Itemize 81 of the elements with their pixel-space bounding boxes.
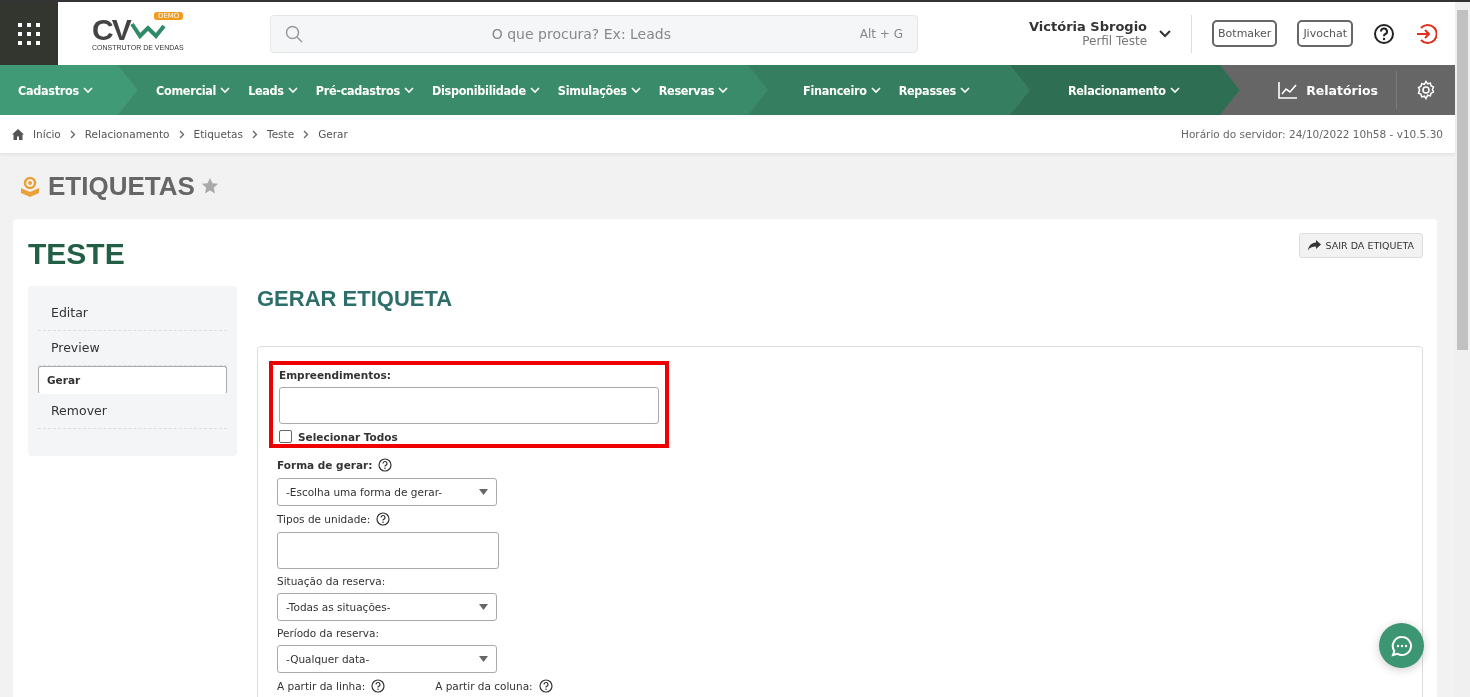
caret-down-icon xyxy=(479,656,488,662)
field-label: Forma de gerar: xyxy=(277,459,373,471)
breadcrumb-link[interactable]: Relacionamento xyxy=(84,128,170,140)
breadcrumb-link[interactable]: Teste xyxy=(267,128,295,140)
grid-icon xyxy=(17,21,41,46)
checkbox[interactable] xyxy=(279,430,292,443)
chevron-right-icon xyxy=(178,129,185,139)
help-icon[interactable] xyxy=(1373,22,1395,45)
field-label: Situação da reserva: xyxy=(277,575,386,587)
reports-link[interactable]: Relatórios xyxy=(1278,81,1396,99)
chevron-down-icon xyxy=(1169,86,1180,94)
chevron-right-icon xyxy=(303,129,310,139)
nav-menu-item[interactable]: Financeiro xyxy=(803,82,881,98)
logo-mark: CV xyxy=(92,16,130,44)
section-title: GERAR ETIQUETA xyxy=(257,286,454,312)
record-title: TESTE xyxy=(28,237,125,271)
help-icon[interactable] xyxy=(538,679,553,693)
chevron-right-icon xyxy=(69,129,76,139)
server-time: Horário do servidor: 24/10/2022 10h58 - v10.5.30 xyxy=(1181,128,1443,140)
breadcrumb-link[interactable]: Gerar xyxy=(318,128,348,140)
chevron-down-icon xyxy=(403,86,414,94)
search-icon xyxy=(285,24,303,43)
search-input[interactable]: O que procura? Ex: Leads xyxy=(313,24,850,43)
nav-menu-item[interactable]: Simulações xyxy=(557,82,641,98)
chevron-down-icon xyxy=(220,86,231,94)
box-gear-icon xyxy=(18,174,42,198)
field-label: A partir da linha: xyxy=(277,680,366,692)
shortcut-hint: Alt + G xyxy=(859,26,903,41)
user-name: Victória Sbrogio xyxy=(1029,19,1148,34)
chevron-down-icon xyxy=(529,86,540,94)
star-icon[interactable] xyxy=(200,177,219,195)
nav-menu-item[interactable]: Pré-cadastros xyxy=(315,82,414,98)
breadcrumb-link[interactable]: Início xyxy=(33,128,61,140)
logout-icon[interactable] xyxy=(1415,22,1437,45)
side-menu-item[interactable]: Remover xyxy=(38,394,227,429)
breadcrumb-link[interactable]: Etiquetas xyxy=(193,128,243,140)
dropdown[interactable]: -Todas as situações- xyxy=(277,593,497,621)
chevron-down-icon xyxy=(630,86,641,94)
chat-service-button[interactable]: Botmaker xyxy=(1212,20,1278,47)
chevron-down-icon xyxy=(82,86,93,94)
chevron-down-icon xyxy=(1159,29,1172,38)
caret-down-icon xyxy=(479,604,488,610)
share-arrow-icon xyxy=(1307,240,1321,251)
settings-icon[interactable] xyxy=(1416,80,1436,100)
chevron-down-icon xyxy=(870,86,881,94)
caret-down-icon xyxy=(479,489,488,495)
chevron-down-icon xyxy=(718,86,729,94)
field-label: A partir da coluna: xyxy=(435,680,533,692)
dropdown[interactable]: -Escolha uma forma de gerar- xyxy=(277,478,497,506)
wave-icon xyxy=(129,20,166,40)
exit-button[interactable]: SAIR DA ETIQUETA xyxy=(1298,233,1423,258)
nav-menu-item[interactable]: Disponibilidade xyxy=(431,82,540,98)
nav-menu-item[interactable]: Relacionamento xyxy=(1067,82,1180,98)
chevron-down-icon xyxy=(287,86,298,94)
dropdown[interactable]: -Qualquer data- xyxy=(277,645,497,673)
chat-service-button[interactable]: Jivochat xyxy=(1297,20,1353,47)
apps-menu-button[interactable] xyxy=(0,2,58,65)
nav-menu-item[interactable]: Reservas xyxy=(658,82,729,98)
nav-menu-item[interactable]: Leads xyxy=(248,82,298,98)
nav-menu-item[interactable]: Repasses xyxy=(898,82,970,98)
field-label: Período da reserva: xyxy=(277,627,379,639)
nav-menu-item[interactable]: Comercial xyxy=(156,82,231,98)
field-label: Empreendimentos: xyxy=(279,369,391,381)
help-icon[interactable] xyxy=(371,679,386,693)
home-icon xyxy=(12,128,24,140)
multiselect-field[interactable] xyxy=(277,532,499,569)
side-menu-item[interactable]: Editar xyxy=(38,296,227,331)
chevron-down-icon xyxy=(959,86,970,94)
scrollbar-thumb[interactable] xyxy=(1457,10,1468,350)
user-profile: Perfil Teste xyxy=(1082,34,1148,48)
field-label: Tipos de unidade: xyxy=(277,513,371,525)
help-icon[interactable] xyxy=(376,512,391,526)
user-menu[interactable]: Victória Sbrogio Perfil Teste xyxy=(1029,19,1172,48)
chevron-right-icon xyxy=(252,129,258,139)
help-icon[interactable] xyxy=(378,458,393,472)
side-menu-item[interactable]: Gerar xyxy=(38,366,227,394)
checkbox-label: Selecionar Todos xyxy=(298,430,398,443)
multiselect-field[interactable] xyxy=(279,387,659,424)
page-title: ETIQUETAS xyxy=(48,170,195,202)
speech-bubble-icon xyxy=(1390,634,1413,657)
line-chart-icon xyxy=(1278,81,1299,99)
